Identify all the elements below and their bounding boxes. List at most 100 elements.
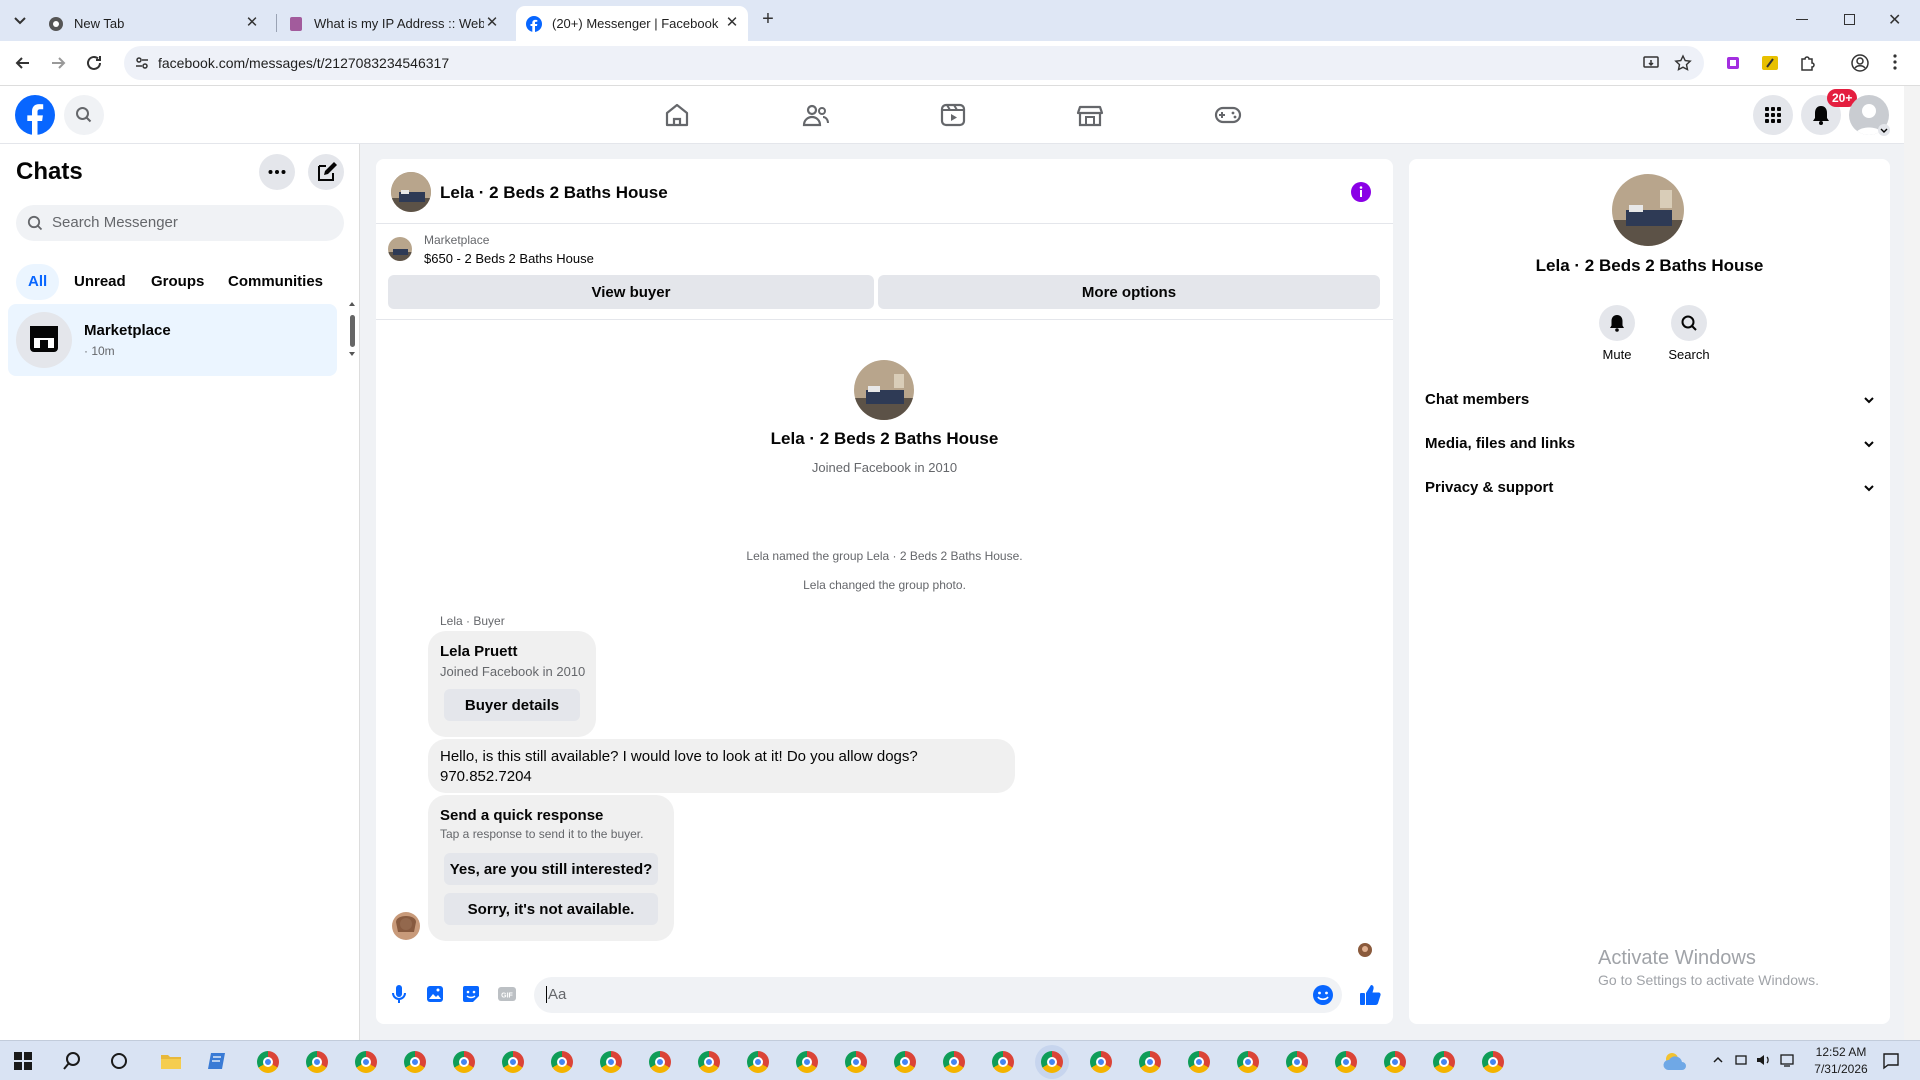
page-scrollbar[interactable]	[1904, 86, 1920, 1040]
tab-messenger[interactable]: (20+) Messenger | Facebook ✕	[516, 6, 748, 41]
address-bar[interactable]: facebook.com/messages/t/2127083234546317	[124, 46, 1704, 80]
buyer-avatar[interactable]	[392, 912, 420, 940]
gif-icon[interactable]: GIF	[496, 983, 518, 1005]
chrome-taskbar-icon[interactable]	[992, 1051, 1014, 1073]
chat-list-scrollbar[interactable]	[347, 299, 357, 359]
tray-display-icon[interactable]	[1735, 1053, 1749, 1067]
search-icon[interactable]	[64, 95, 104, 135]
file-explorer-icon[interactable]	[160, 1051, 182, 1071]
chrome-taskbar-icon[interactable]	[845, 1051, 867, 1073]
chrome-taskbar-icon[interactable]	[551, 1051, 573, 1073]
conversation-info-icon[interactable]	[1350, 181, 1372, 203]
chat-list-item[interactable]: Marketplace · 10m	[8, 304, 337, 376]
chrome-taskbar-icon[interactable]	[1139, 1051, 1161, 1073]
tray-network-icon[interactable]	[1780, 1053, 1796, 1067]
marketplace-icon[interactable]	[1074, 100, 1106, 130]
tab-search-chevron-icon[interactable]	[12, 12, 28, 28]
filter-tab-groups[interactable]: Groups	[141, 264, 214, 300]
minimize-icon[interactable]	[1796, 19, 1808, 20]
extensions-puzzle-icon[interactable]	[1798, 54, 1816, 72]
filter-tab-unread[interactable]: Unread	[64, 264, 136, 300]
extension-icon[interactable]	[1761, 54, 1779, 72]
forward-icon[interactable]	[48, 53, 68, 73]
view-buyer-button[interactable]: View buyer	[388, 275, 874, 309]
buyer-details-button[interactable]: Buyer details	[444, 689, 580, 721]
tray-chevron-up-icon[interactable]	[1712, 1055, 1724, 1065]
tab-new-tab[interactable]: New Tab ✕	[38, 6, 268, 41]
close-icon[interactable]: ✕	[724, 15, 740, 31]
chrome-taskbar-icon[interactable]	[1482, 1051, 1504, 1073]
browser-menu-icon[interactable]	[1893, 53, 1897, 71]
conversation-title[interactable]: Lela · 2 Beds 2 Baths House	[440, 183, 668, 203]
chrome-taskbar-icon[interactable]	[404, 1051, 426, 1073]
chrome-taskbar-icon[interactable]	[257, 1051, 279, 1073]
notification-center-icon[interactable]	[1882, 1052, 1900, 1070]
message-input[interactable]: Aa	[534, 977, 1342, 1013]
search-messenger-field[interactable]: Search Messenger	[16, 205, 344, 241]
site-info-icon[interactable]	[134, 55, 150, 71]
friends-icon[interactable]	[799, 100, 831, 130]
chrome-taskbar-icon[interactable]	[1041, 1051, 1063, 1073]
close-window-icon[interactable]: ✕	[1888, 10, 1901, 30]
sticker-icon[interactable]	[460, 983, 482, 1005]
gaming-icon[interactable]	[1212, 100, 1244, 130]
extension-icon[interactable]	[1724, 54, 1742, 72]
like-thumb-icon[interactable]	[1358, 983, 1382, 1007]
privacy-support-section[interactable]: Privacy & support	[1425, 479, 1875, 496]
start-windows-icon[interactable]	[14, 1052, 32, 1070]
chrome-taskbar-icon[interactable]	[1433, 1051, 1455, 1073]
conversation-avatar[interactable]	[391, 172, 431, 212]
message-bubble[interactable]: Hello, is this still available? I would …	[428, 739, 1015, 793]
chrome-taskbar-icon[interactable]	[1286, 1051, 1308, 1073]
weather-icon[interactable]	[1662, 1050, 1688, 1072]
tray-volume-icon[interactable]	[1756, 1053, 1772, 1067]
chrome-taskbar-icon[interactable]	[698, 1051, 720, 1073]
facebook-logo-icon[interactable]	[15, 95, 55, 135]
media-files-links-section[interactable]: Media, files and links	[1425, 435, 1875, 452]
chrome-taskbar-icon[interactable]	[649, 1051, 671, 1073]
chrome-taskbar-icon[interactable]	[355, 1051, 377, 1073]
chrome-taskbar-icon[interactable]	[1090, 1051, 1112, 1073]
chrome-taskbar-icon[interactable]	[453, 1051, 475, 1073]
new-message-button[interactable]	[308, 154, 344, 190]
emoji-icon[interactable]	[1312, 984, 1334, 1006]
quick-response-sorry-button[interactable]: Sorry, it's not available.	[444, 893, 658, 925]
close-icon[interactable]: ✕	[244, 15, 260, 31]
home-icon[interactable]	[661, 100, 693, 130]
filter-tab-communities[interactable]: Communities	[218, 264, 333, 300]
quick-response-yes-button[interactable]: Yes, are you still interested?	[444, 853, 658, 885]
chrome-taskbar-icon[interactable]	[306, 1051, 328, 1073]
chrome-taskbar-icon[interactable]	[1188, 1051, 1210, 1073]
install-app-icon[interactable]	[1642, 54, 1660, 72]
tab-webbrowser-ip[interactable]: What is my IP Address :: WebBr ✕	[278, 6, 508, 41]
chrome-taskbar-icon[interactable]	[943, 1051, 965, 1073]
url-text[interactable]: facebook.com/messages/t/2127083234546317	[158, 55, 449, 71]
chrome-taskbar-icon[interactable]	[1384, 1051, 1406, 1073]
profile-photo[interactable]	[854, 360, 914, 420]
profile-icon[interactable]	[1850, 53, 1870, 73]
menu-grid-icon[interactable]	[1753, 95, 1793, 135]
info-profile-photo[interactable]	[1612, 174, 1684, 246]
chats-more-options-button[interactable]	[259, 154, 295, 190]
chrome-taskbar-icon[interactable]	[600, 1051, 622, 1073]
voice-clip-icon[interactable]	[388, 983, 410, 1005]
close-icon[interactable]: ✕	[484, 15, 500, 31]
back-icon[interactable]	[13, 53, 33, 73]
taskbar-search-icon[interactable]	[62, 1051, 82, 1071]
listing-thumbnail[interactable]	[388, 237, 412, 261]
chrome-taskbar-icon[interactable]	[1335, 1051, 1357, 1073]
more-options-button[interactable]: More options	[878, 275, 1380, 309]
new-tab-button[interactable]: +	[758, 9, 778, 29]
restore-icon[interactable]	[1844, 14, 1855, 25]
account-chevron-icon[interactable]	[1878, 124, 1890, 136]
chrome-taskbar-icon[interactable]	[1237, 1051, 1259, 1073]
chrome-taskbar-icon[interactable]	[894, 1051, 916, 1073]
bookmark-star-icon[interactable]	[1674, 54, 1692, 72]
taskbar-time[interactable]: 12:52 AM	[1806, 1045, 1876, 1059]
chrome-taskbar-icon[interactable]	[502, 1051, 524, 1073]
mute-button[interactable]: Mute	[1592, 305, 1642, 363]
reload-icon[interactable]	[84, 53, 104, 73]
filter-tab-all[interactable]: All	[16, 264, 60, 300]
listing-price-title[interactable]: $650 - 2 Beds 2 Baths House	[424, 251, 594, 266]
attach-photo-icon[interactable]	[424, 983, 446, 1005]
